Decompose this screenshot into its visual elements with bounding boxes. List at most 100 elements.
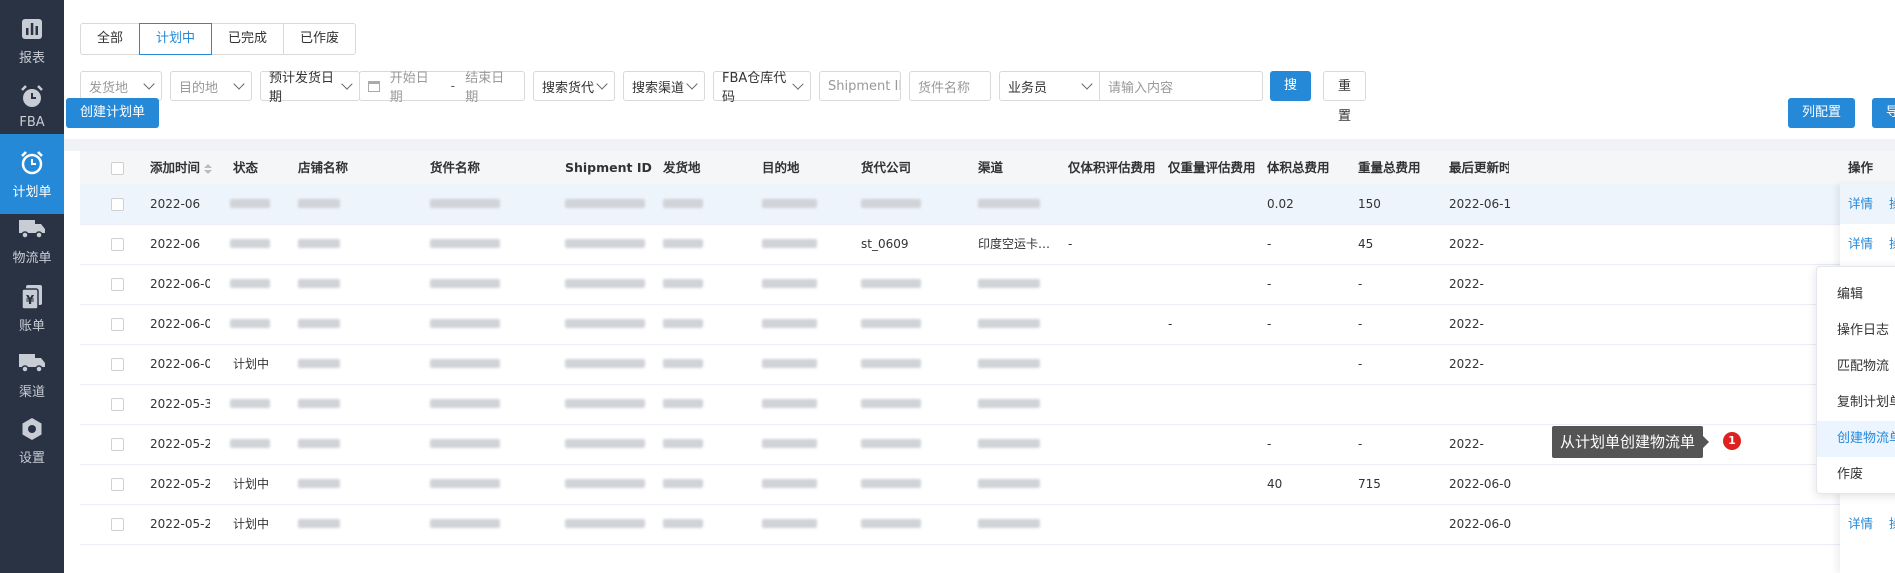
date-type-select[interactable]: 预计发货日期	[260, 71, 360, 105]
menu-item-create-logistics[interactable]: 创建物流单	[1817, 421, 1895, 457]
sidebar-item-label: 报表	[18, 50, 45, 66]
redacted-cell	[762, 359, 817, 368]
redacted-cell	[861, 279, 921, 288]
detail-link[interactable]: 详情	[1848, 184, 1873, 224]
row-checkbox[interactable]	[111, 278, 124, 291]
salesman-select[interactable]: 业务员	[999, 71, 1100, 101]
table-row[interactable]: 2022-05-27 计划中 2022-06-0	[80, 504, 1895, 545]
redacted-cell	[230, 439, 270, 448]
cell-volume-total: -	[1267, 237, 1272, 251]
action-link[interactable]: 操作	[1889, 504, 1895, 544]
origin-select[interactable]: 发货地	[80, 71, 162, 101]
redacted-cell	[762, 439, 817, 448]
table-header: 添加时间 状态 店铺名称 货件名称 Shipment ID 发货地 目的地 货代…	[80, 151, 1895, 185]
sidebar-item-label: 账单	[18, 318, 45, 334]
redacted-cell	[298, 399, 340, 408]
redacted-cell	[762, 319, 817, 328]
calendar-icon	[368, 80, 380, 92]
tab-completed[interactable]: 已完成	[211, 23, 285, 55]
reset-button[interactable]: 重置	[1323, 71, 1367, 124]
col-weight-estimate: 仅重量评估费用	[1168, 160, 1256, 175]
row-checkbox[interactable]	[111, 198, 124, 211]
row-checkbox[interactable]	[111, 518, 124, 531]
cell-weight-total: 150	[1358, 197, 1381, 211]
redacted-cell	[978, 519, 1040, 528]
tab-voided[interactable]: 已作废	[283, 23, 357, 55]
redacted-cell	[298, 359, 340, 368]
redacted-cell	[565, 199, 645, 208]
truck-icon	[18, 349, 46, 377]
redacted-cell	[430, 199, 500, 208]
fba-code-select[interactable]: FBA仓库代码	[713, 71, 811, 105]
col-weight-total: 重量总费用	[1358, 160, 1421, 175]
status-tabs: 全部 计划中 已完成 已作废	[80, 23, 357, 55]
cell-added-time: 2022-06-09	[150, 317, 210, 331]
goods-name-input[interactable]: 货件名称	[909, 71, 991, 101]
destination-select[interactable]: 目的地	[170, 71, 252, 101]
redacted-cell	[663, 399, 703, 408]
cell-volume-total: -	[1267, 317, 1272, 331]
redacted-cell	[230, 279, 270, 288]
redacted-cell	[978, 359, 1040, 368]
table-row[interactable]: 2022-05-27 计划中 40 715 2022-06-0	[80, 464, 1895, 505]
export-excel-button[interactable]: 导出Excel	[1872, 98, 1895, 128]
chevron-down-icon	[143, 78, 155, 90]
redacted-cell	[565, 319, 645, 328]
sort-icon[interactable]	[204, 163, 213, 174]
redacted-cell	[663, 239, 703, 248]
redacted-cell	[230, 239, 270, 248]
redacted-cell	[430, 479, 500, 488]
redacted-cell	[298, 279, 340, 288]
row-checkbox[interactable]	[111, 318, 124, 331]
menu-item-operation-log[interactable]: 操作日志	[1817, 313, 1895, 349]
redacted-cell	[298, 519, 340, 528]
table-row[interactable]: 2022-06-09 - - - 2022-	[80, 304, 1895, 345]
menu-item-void[interactable]: 作废	[1817, 457, 1895, 493]
table-row[interactable]: 2022-06-09 - - 2022-	[80, 264, 1895, 305]
menu-item-copy-plan[interactable]: 复制计划单	[1817, 385, 1895, 421]
redacted-cell	[430, 399, 500, 408]
redacted-cell	[762, 399, 817, 408]
date-range-input[interactable]: 开始日期 - 结束日期	[359, 71, 525, 105]
row-checkbox[interactable]	[111, 478, 124, 491]
shipment-id-input[interactable]: Shipment ID	[819, 71, 901, 101]
tab-planning[interactable]: 计划中	[139, 23, 213, 55]
start-date-input[interactable]: 开始日期	[390, 67, 441, 105]
action-link[interactable]: 操作	[1889, 224, 1895, 264]
action-link[interactable]: 操作	[1889, 184, 1895, 224]
redacted-cell	[861, 359, 921, 368]
row-operations: 详情操作	[1840, 184, 1895, 224]
detail-link[interactable]: 详情	[1848, 224, 1873, 264]
keyword-input[interactable]: 请输入内容	[1099, 71, 1263, 101]
channel-select[interactable]: 搜索渠道	[623, 71, 705, 101]
row-checkbox[interactable]	[111, 238, 124, 251]
sidebar: 报表 FBA 计划单 物流单 ¥ 账单 渠道 设置	[0, 0, 64, 573]
col-added-time[interactable]: 添加时间	[150, 151, 213, 184]
search-button[interactable]: 搜索	[1270, 71, 1312, 123]
row-checkbox[interactable]	[111, 438, 124, 451]
sidebar-item-settings[interactable]: 设置	[0, 400, 64, 480]
row-checkbox[interactable]	[111, 398, 124, 411]
redacted-cell	[430, 439, 500, 448]
table-row[interactable]: 2022-06-09 计划中 - 2022-	[80, 344, 1895, 385]
menu-item-match-logistics[interactable]: 匹配物流	[1817, 349, 1895, 385]
table-row[interactable]: 2022-06st_0609印度空运卡派(...--452022-	[80, 224, 1895, 265]
cell-last-updated: 2022-06-1	[1449, 197, 1512, 211]
select-all-checkbox[interactable]	[111, 162, 124, 175]
menu-item-edit[interactable]: 编辑	[1817, 277, 1895, 313]
column-config-button[interactable]: 列配置	[1788, 98, 1856, 128]
svg-text:¥: ¥	[26, 293, 35, 307]
detail-link[interactable]: 详情	[1848, 504, 1873, 544]
cell-added-time: 2022-06-09	[150, 357, 210, 371]
create-plan-button[interactable]: 创建计划单	[66, 98, 160, 128]
table-row[interactable]: 2022-06 0.02 150 2022-06-1	[80, 184, 1895, 225]
redacted-cell	[762, 239, 817, 248]
table-row[interactable]: 2022-05-30	[80, 384, 1895, 425]
cell-last-updated: 2022-	[1449, 437, 1484, 451]
end-date-input[interactable]: 结束日期	[465, 67, 516, 105]
tab-all[interactable]: 全部	[80, 23, 141, 55]
forwarder-select[interactable]: 搜索货代	[533, 71, 615, 101]
cell-weight-total: -	[1358, 357, 1363, 371]
row-checkbox[interactable]	[111, 358, 124, 371]
redacted-cell	[298, 439, 340, 448]
